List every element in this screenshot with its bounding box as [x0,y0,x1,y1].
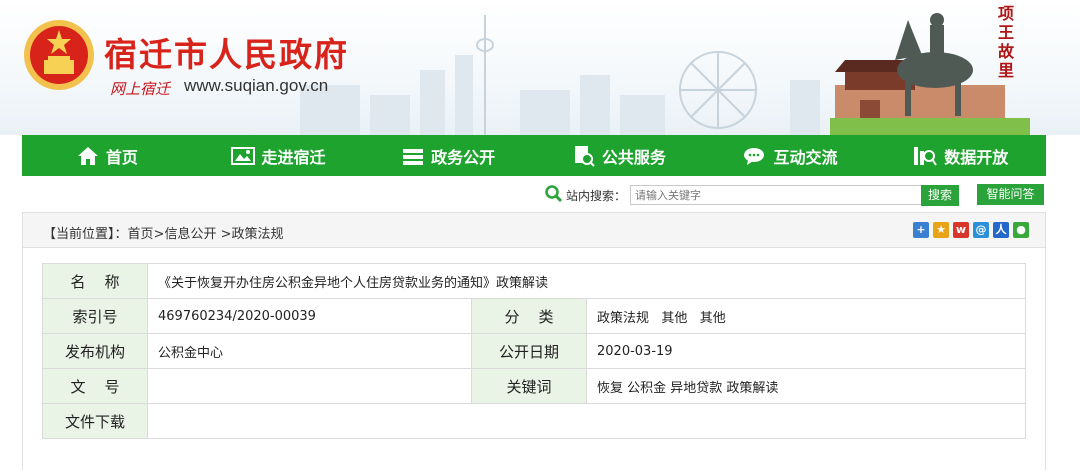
nav-label: 政务公开 [431,147,496,167]
main-nav: 首页 走进宿迁 政务公开 公共服务 互动交流 数据开放 [22,135,1046,176]
national-emblem-icon [24,20,94,90]
nav-label: 数据开放 [944,147,1009,167]
document-info-table: 名 称 《关于恢复开办住房公积金异地个人住房贷款业务的通知》政策解读 索引号 4… [42,263,1026,439]
nav-item-home[interactable]: 首页 [22,135,193,176]
share-renren-icon[interactable]: 人 [993,222,1009,238]
nav-label: 首页 [105,147,138,167]
search-label: 站内搜索： [566,189,627,203]
document-search-icon [574,145,595,167]
share-weibo-icon[interactable]: w [953,222,969,238]
search-button[interactable]: 搜索 [921,185,959,206]
table-row: 发布机构 公积金中心 公开日期 2020-03-19 [42,333,1026,369]
breadcrumb-info-open[interactable]: 信息公开 [164,227,216,242]
nav-label: 互动交流 [773,147,838,167]
docno-label-text: 文 号 [70,377,120,396]
nav-item-government-affairs[interactable]: 政务公开 [363,135,534,176]
breadcrumb-prefix: 【当前位置】： [43,227,128,242]
calligraphy-text: 项王故里 [998,4,1015,80]
nav-label: 公共服务 [601,147,666,167]
name-label: 名 称 [42,263,148,299]
breadcrumb-separator: > [220,227,232,242]
breadcrumb-home[interactable]: 首页 [128,227,154,242]
org-value: 公积金中心 [147,333,472,369]
docno-label: 文 号 [42,368,148,404]
nav-item-public-services[interactable]: 公共服务 [534,135,705,176]
nav-item-interaction[interactable]: 互动交流 [705,135,876,176]
category-label: 分 类 [471,298,587,334]
stack-icon [403,148,424,165]
category-value: 政策法规 其他 其他 [586,298,1026,334]
data-search-icon [914,146,938,166]
index-value: 469760234/2020-00039 [147,298,472,334]
smart-qa-button[interactable]: 智能问答 [977,184,1044,205]
share-more-icon[interactable]: + [913,222,929,238]
home-icon [77,146,98,165]
table-row: 文件下载 [42,403,1026,439]
site-search-bar: 站内搜索： 搜索 智能问答 [0,183,1080,207]
chat-icon [743,147,764,165]
breadcrumb-policy[interactable]: 政策法规 [232,227,284,242]
index-label: 索引号 [42,298,148,334]
search-icon [545,185,562,202]
site-domain: www.suqian.gov.cn [184,76,329,95]
site-title[interactable]: 宿迁市人民政府 [104,28,349,76]
breadcrumb-separator: > [153,227,165,242]
breadcrumb: 【当前位置】：首页>信息公开 >政策法规 [43,223,284,242]
date-label: 公开日期 [471,333,587,369]
breadcrumb-bar: 【当前位置】：首页>信息公开 >政策法规 + ★ w @ 人 ● [22,212,1046,248]
name-value: 《关于恢复开办住房公积金异地个人住房贷款业务的通知》政策解读 [147,263,1026,299]
keywords-value: 恢复 公积金 异地贷款 政策解读 [586,368,1026,404]
search-input[interactable] [630,185,926,205]
nav-item-open-data[interactable]: 数据开放 [875,135,1046,176]
site-slogan: 网上宿迁 [110,80,171,98]
docno-value [147,368,472,404]
org-label: 发布机构 [42,333,148,369]
table-row: 名 称 《关于恢复开办住房公积金异地个人住房贷款业务的通知》政策解读 [42,263,1026,299]
category-value-text: 政策法规 其他 其他 [597,310,726,326]
nav-item-about-suqian[interactable]: 走进宿迁 [193,135,364,176]
table-row: 索引号 469760234/2020-00039 分 类 政策法规 其他 其他 [42,298,1026,334]
table-row: 文 号 关键词 恢复 公积金 异地贷款 政策解读 [42,368,1026,404]
download-label: 文件下载 [42,403,148,439]
share-wechat-icon[interactable]: ● [1013,222,1029,238]
site-header: 宿迁市人民政府 网上宿迁 www.suqian.gov.cn 项王故里 [0,0,1080,135]
share-toolbar: + ★ w @ 人 ● [913,222,1029,238]
picture-icon [230,146,255,165]
share-qzone-icon[interactable]: ★ [933,222,949,238]
name-label-text: 名 称 [70,272,120,291]
download-value[interactable] [147,403,1026,439]
keywords-label: 关键词 [471,368,587,404]
category-label-text: 分 类 [504,307,554,326]
nav-label: 走进宿迁 [261,147,326,167]
share-tencent-weibo-icon[interactable]: @ [973,222,989,238]
date-value: 2020-03-19 [586,333,1026,369]
